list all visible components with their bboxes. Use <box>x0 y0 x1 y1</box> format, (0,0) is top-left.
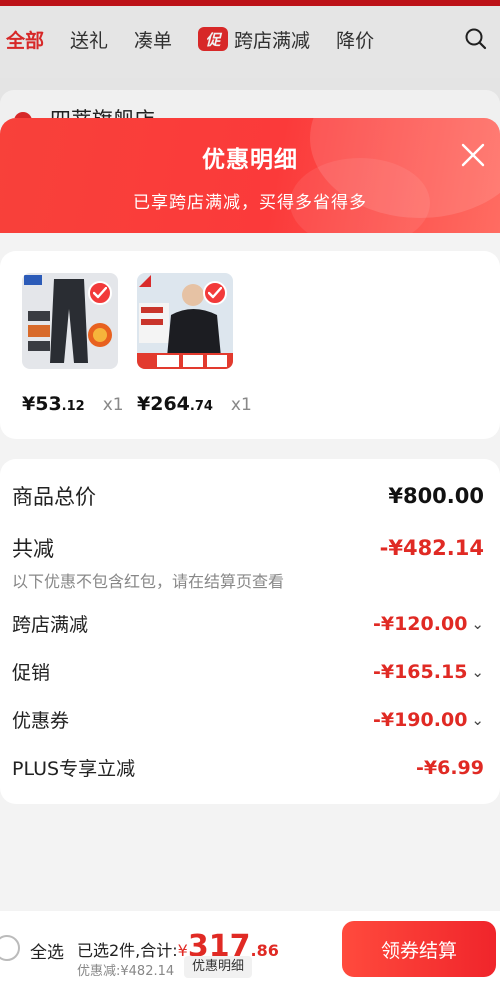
category-bar: 全部 送礼 凑单 促 跨店满减 降价 <box>0 0 500 78</box>
reduction-value: -¥482.14 <box>379 536 484 560</box>
price-integer: ¥264 <box>137 393 190 415</box>
discount-row-plus: PLUS专享立减 -¥6.99 <box>12 754 484 781</box>
discount-value: -¥165.15 ⌄ <box>373 661 484 683</box>
select-all-label[interactable]: 全选 <box>30 938 64 963</box>
product-image-jacket[interactable] <box>137 273 233 369</box>
reduction-row: 共减 -¥482.14 <box>12 533 484 563</box>
category-tabs: 全部 送礼 凑单 促 跨店满减 降价 <box>0 22 500 56</box>
discount-detail-sheet: 优惠明细 已享跨店满减，买得多省得多 ¥53.12 x1 ¥264.74 x1 … <box>0 118 500 981</box>
product-item[interactable]: ¥264.74 x1 <box>137 273 252 415</box>
tab-bundle[interactable]: 凑单 <box>134 26 172 53</box>
total-decimal: .86 <box>250 941 279 960</box>
product-price: ¥264.74 x1 <box>137 393 252 415</box>
discount-amount: -¥165.15 <box>372 660 468 683</box>
discount-detail-button[interactable]: 优惠明细 <box>184 956 253 978</box>
tab-cross-store[interactable]: 促 跨店满减 <box>198 26 310 53</box>
select-all-radio[interactable] <box>0 935 20 961</box>
selected-check-icon[interactable] <box>88 281 112 305</box>
checkout-bar: 全选 已选2件,合计: ¥ 317 .86 优惠减:¥482.14 优惠明细 领… <box>0 911 500 981</box>
price-decimal: .12 <box>61 399 85 414</box>
search-icon[interactable] <box>464 27 488 51</box>
tab-all[interactable]: 全部 <box>6 26 44 53</box>
chevron-down-icon[interactable]: ⌄ <box>471 663 484 681</box>
price-decimal: .74 <box>189 399 213 414</box>
total-price-value: ¥800.00 <box>388 484 484 508</box>
price-breakdown-card: 商品总价 ¥800.00 共减 -¥482.14 以下优惠不包含红包，请在结算页… <box>0 459 500 804</box>
tab-cross-store-label: 跨店满减 <box>234 29 311 52</box>
selected-count-text: 已选2件,合计: <box>77 941 178 960</box>
reduction-note: 以下优惠不包含红包，请在结算页查看 <box>12 572 285 591</box>
saved-amount: 优惠减:¥482.14 <box>77 964 175 979</box>
product-image-pants[interactable] <box>22 273 118 369</box>
product-quantity: x1 <box>230 395 252 415</box>
reduction-label: 共减 <box>12 537 54 561</box>
discount-value: -¥6.99 <box>416 756 484 779</box>
chevron-down-icon[interactable]: ⌄ <box>471 711 484 729</box>
product-quantity: x1 <box>102 395 124 415</box>
discount-amount: -¥120.00 <box>372 612 468 635</box>
status-strip <box>0 0 500 6</box>
discount-amount: -¥190.00 <box>372 708 468 731</box>
discount-value: -¥190.00 ⌄ <box>373 709 484 731</box>
selected-check-icon[interactable] <box>203 281 227 305</box>
discount-label: PLUS专享立减 <box>12 758 136 780</box>
sheet-title: 优惠明细 <box>202 147 298 173</box>
products-card: ¥53.12 x1 ¥264.74 x1 <box>0 251 500 439</box>
discount-value: -¥120.00 ⌄ <box>373 613 484 635</box>
total-price-label: 商品总价 <box>12 485 96 509</box>
tab-price-drop[interactable]: 降价 <box>336 26 374 53</box>
sheet-header: 优惠明细 已享跨店满减，买得多省得多 <box>0 118 500 233</box>
discount-row-cross-store[interactable]: 跨店满减 -¥120.00 ⌄ <box>12 610 484 637</box>
chevron-down-icon[interactable]: ⌄ <box>471 615 484 633</box>
price-integer: ¥53 <box>22 393 62 415</box>
discount-row-coupon[interactable]: 优惠券 -¥190.00 ⌄ <box>12 706 484 733</box>
checkout-button[interactable]: 领券结算 <box>342 921 496 977</box>
discount-label: 促销 <box>12 662 51 684</box>
discount-row-promotion[interactable]: 促销 -¥165.15 ⌄ <box>12 658 484 685</box>
promo-badge: 促 <box>198 27 229 51</box>
total-price-row: 商品总价 ¥800.00 <box>12 481 484 511</box>
product-item[interactable]: ¥53.12 x1 <box>22 273 124 415</box>
product-price: ¥53.12 x1 <box>22 393 124 415</box>
discount-label: 优惠券 <box>12 710 70 732</box>
discount-label: 跨店满减 <box>12 614 89 636</box>
sheet-subtitle: 已享跨店满减，买得多省得多 <box>133 193 367 213</box>
tab-gift[interactable]: 送礼 <box>70 26 108 53</box>
close-icon[interactable] <box>460 142 486 168</box>
